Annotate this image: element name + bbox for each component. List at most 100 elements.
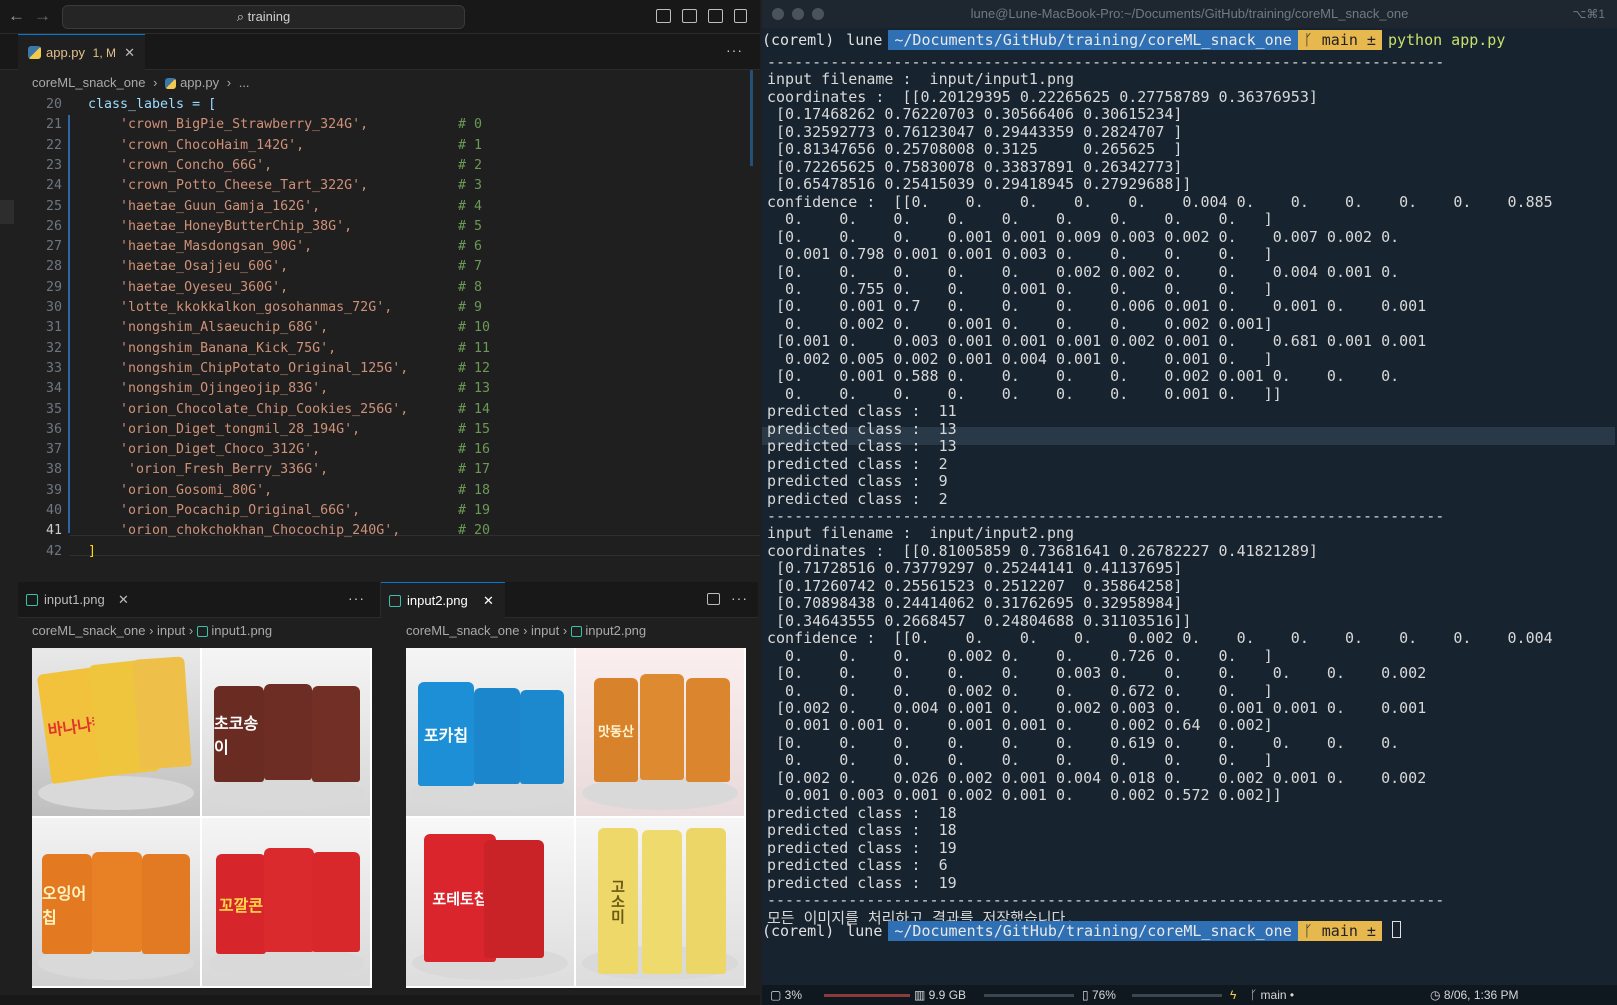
code-comment: # 8 [458, 279, 483, 295]
search-icon: ⌕ [236, 9, 248, 24]
line-number: 33 [45, 360, 62, 376]
line-number: 20 [45, 97, 62, 112]
forward-arrow-icon[interactable]: → [34, 6, 51, 26]
terminal-line: confidence : [[0. 0. 0. 0. 0. 0.004 0. 0… [767, 192, 1553, 211]
snack-bag: 오잉어칩 [42, 854, 92, 954]
snack-bag: 포카칩 [418, 682, 474, 786]
code-line: 'orion_Pocachip_Original_66G', [88, 503, 361, 518]
line-number: 36 [45, 421, 62, 437]
close-tab-icon[interactable]: ✕ [483, 583, 494, 619]
terminal-line: [0. 0. 0. 0. 0. 0.002 0.002 0. 0. 0.004 … [767, 262, 1400, 281]
tab-app-py[interactable]: app.py 1, M ✕ [18, 34, 145, 70]
code-line: 'crown_Potto_Cheese_Tart_322G', [88, 178, 369, 194]
code-area[interactable]: 20 class_labels = [21 'crown_BigPie_Straw… [0, 94, 760, 574]
prompt-git-branch: ᚴ main ± [1297, 30, 1382, 50]
search-text: training [247, 9, 291, 24]
tab-label: input2.png [407, 593, 468, 608]
close-window-button[interactable] [772, 8, 784, 20]
code-comment: # 1 [458, 137, 483, 153]
split-editor-icon[interactable] [707, 593, 720, 605]
breadcrumb: coreML_snack_one › input › input2.png [406, 623, 647, 638]
breadcrumb-folder[interactable]: coreML_snack_one [406, 623, 519, 638]
breadcrumb-file[interactable]: input1.png [211, 623, 272, 638]
git-branch: main [1260, 988, 1287, 1002]
terminal-line: predicted class : 19 [767, 873, 957, 892]
breadcrumb-folder[interactable]: coreML_snack_one [32, 75, 145, 90]
toggle-sidebar-icon[interactable] [656, 9, 671, 23]
more-actions-icon[interactable]: ··· [348, 590, 365, 606]
image-file-icon [196, 626, 208, 637]
maximize-window-button[interactable] [812, 8, 824, 20]
code-comment: # 3 [458, 178, 483, 194]
battery-indicator: ▯ 76% [1082, 988, 1116, 1002]
terminal-line: predicted class : 9 [767, 472, 948, 491]
breadcrumb-file[interactable]: app.py [180, 75, 219, 90]
terminal-line: 0.002 0.005 0.002 0.001 0.004 0.001 0. 0… [767, 349, 1273, 368]
snack-bag: 고소미 [598, 828, 638, 974]
breadcrumb-file[interactable]: input2.png [585, 623, 646, 638]
breadcrumb-folder[interactable]: input [531, 623, 559, 638]
terminal-line: input filename : input/input2.png [767, 524, 1075, 543]
minimize-window-button[interactable] [792, 8, 804, 20]
editor-tab-bar: app.py 1, M ✕ ··· [0, 34, 760, 70]
code-comment: # 19 [458, 503, 491, 518]
terminal-line: 0. 0.002 0. 0.001 0. 0. 0. 0.002 0.001] [767, 314, 1273, 333]
product-photo: 맛동산 [576, 648, 744, 816]
line-number: 30 [45, 300, 62, 315]
line-number: 39 [45, 482, 62, 498]
terminal-line: [0. 0. 0. 0. 0. 0.003 0. 0. 0. 0. 0. 0.0… [767, 664, 1427, 683]
screen: ← → ⌕ training app.py 1, M ✕ ··· coreML_… [0, 0, 1617, 1005]
line-number: 23 [45, 157, 62, 173]
prompt-line[interactable]: (coreml) lune ~/Documents/GitHub/trainin… [762, 921, 1401, 941]
image-pane-1-tabbar: input1.png ✕ ··· [18, 582, 380, 618]
close-tab-icon[interactable]: ✕ [118, 582, 129, 618]
line-number: 41 [45, 523, 62, 539]
snack-bag [92, 852, 142, 952]
terminal-line: input filename : input/input1.png [767, 70, 1075, 89]
toggle-secondary-sidebar-icon[interactable] [708, 9, 723, 23]
breadcrumb-folder[interactable]: coreML_snack_one [32, 623, 145, 638]
more-actions-icon[interactable]: ··· [726, 42, 743, 58]
line-number: 40 [45, 503, 62, 518]
branch-icon: ᚴ [1303, 922, 1322, 940]
code-line: class_labels = [ [88, 97, 217, 112]
product-photo: 초코송이 [202, 648, 370, 816]
code-line: 'orion_Diget_tongmil_28_194G', [88, 421, 361, 437]
memory-value: 9.9 GB [928, 988, 967, 1002]
breadcrumb-symbol[interactable]: ... [239, 75, 250, 90]
prompt-git-branch: ᚴ main ± [1297, 921, 1382, 941]
code-line: 'nongshim_Ojingeojip_83G', [88, 381, 329, 397]
more-actions-icon[interactable]: ··· [731, 590, 748, 606]
code-comment: # 20 [458, 523, 491, 539]
scrollbar-indicator[interactable] [750, 70, 753, 166]
terminal-line: 0. 0. 0. 0. 0. 0. 0. 0. 0. ] [767, 210, 1273, 229]
line-number: 38 [45, 462, 62, 478]
terminal-line: [0.70898438 0.24414062 0.31762695 0.3295… [767, 594, 1183, 613]
close-tab-icon[interactable]: ✕ [124, 35, 135, 71]
command-search-box[interactable]: ⌕ training [62, 5, 465, 29]
toggle-panel-icon[interactable] [682, 9, 697, 23]
code-line: 'orion_Diget_Choco_312G', [88, 442, 321, 458]
memory-indicator: ▥ 9.9 GB [914, 988, 966, 1002]
indent-guide [68, 115, 70, 533]
cpu-icon: ▢ [770, 988, 785, 1002]
tab-input1-png[interactable]: input1.png ✕ [18, 582, 138, 618]
terminal-line: 0. 0. 0. 0. 0. 0. 0. 0.001 0. ]] [767, 384, 1282, 403]
terminal-line: 0. 0. 0. 0.002 0. 0. 0.726 0. 0. ] [767, 646, 1273, 665]
code-line: 'orion_Gosomi_80G', [88, 482, 273, 498]
terminal-line: [0.001 0. 0.003 0.001 0.001 0.001 0.002 … [767, 332, 1427, 351]
tab-label: app.py [46, 45, 86, 60]
line-number: 42 [45, 543, 62, 559]
customize-layout-icon[interactable] [734, 9, 747, 23]
line-number: 32 [45, 340, 62, 356]
product-photo: 꼬깔콘 [202, 818, 370, 986]
back-arrow-icon[interactable]: ← [8, 6, 25, 26]
git-indicator: ᚴ main • [1250, 988, 1295, 1002]
breadcrumb-folder[interactable]: input [157, 623, 185, 638]
terminal-line: ----------------------------------------… [767, 891, 1445, 910]
snack-bag: 맛동산 [594, 678, 638, 782]
code-comment: # 6 [458, 239, 483, 255]
window-shortcut: ⌥⌘1 [1572, 7, 1605, 21]
code-comment: # 4 [458, 198, 483, 214]
tab-input2-png[interactable]: input2.png ✕ [381, 582, 505, 618]
